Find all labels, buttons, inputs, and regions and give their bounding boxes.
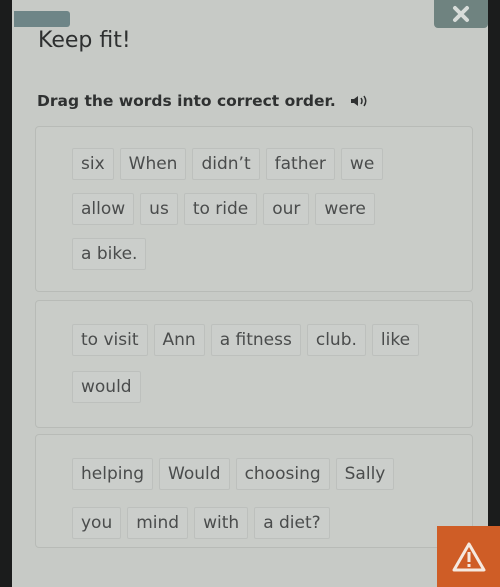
word-chip[interactable]: you [72, 507, 122, 539]
exercise-panel-1: six When didn’t father we allow us to ri… [35, 126, 473, 292]
word-chip[interactable]: a fitness [210, 324, 301, 356]
word-chip[interactable]: father [265, 148, 335, 180]
word-chip[interactable]: us [140, 193, 178, 225]
word-chip[interactable]: helping [72, 458, 154, 490]
word-chip[interactable]: choosing [235, 458, 330, 490]
instruction-text: Drag the words into correct order. [37, 92, 336, 110]
warning-icon [452, 542, 485, 571]
word-chip[interactable]: would [72, 371, 141, 403]
word-chip[interactable]: we [340, 148, 384, 180]
word-chip[interactable]: Ann [153, 324, 205, 356]
word-row: would [72, 371, 147, 403]
word-chip[interactable]: to ride [183, 193, 258, 225]
word-chip[interactable]: to visit [72, 324, 148, 356]
close-button[interactable] [434, 0, 488, 28]
exercise-panel-3: helping Would choosing Sally you mind wi… [35, 434, 473, 548]
word-chip[interactable]: When [119, 148, 187, 180]
word-chip[interactable]: like [371, 324, 420, 356]
word-chip[interactable]: were [315, 193, 375, 225]
word-chip[interactable]: didn’t [192, 148, 260, 180]
word-chip[interactable]: allow [72, 193, 135, 225]
word-row: a bike. [72, 238, 152, 270]
word-chip[interactable]: Sally [335, 458, 395, 490]
word-row: six When didn’t father we [72, 148, 389, 180]
word-chip[interactable]: with [194, 507, 249, 539]
word-chip[interactable]: a bike. [72, 238, 147, 270]
exercise-panel-2: to visit Ann a fitness club. like would [35, 300, 473, 428]
word-chip[interactable]: our [263, 193, 310, 225]
word-chip[interactable]: a diet? [254, 507, 330, 539]
word-chip[interactable]: club. [306, 324, 366, 356]
page-title: Keep fit! [38, 28, 131, 53]
close-icon [453, 6, 469, 22]
progress-indicator [14, 11, 70, 27]
word-chip[interactable]: Would [159, 458, 230, 490]
word-row: helping Would choosing Sally [72, 458, 400, 490]
word-row: to visit Ann a fitness club. like [72, 324, 425, 356]
instruction-row: Drag the words into correct order. [37, 92, 370, 110]
report-problem-button[interactable] [437, 526, 500, 587]
word-chip[interactable]: mind [127, 507, 189, 539]
word-row: you mind with a diet? [72, 507, 336, 539]
speaker-icon [350, 95, 367, 107]
word-chip[interactable]: six [72, 148, 114, 180]
speaker-button[interactable] [350, 94, 370, 108]
word-row: allow us to ride our were [72, 193, 381, 225]
